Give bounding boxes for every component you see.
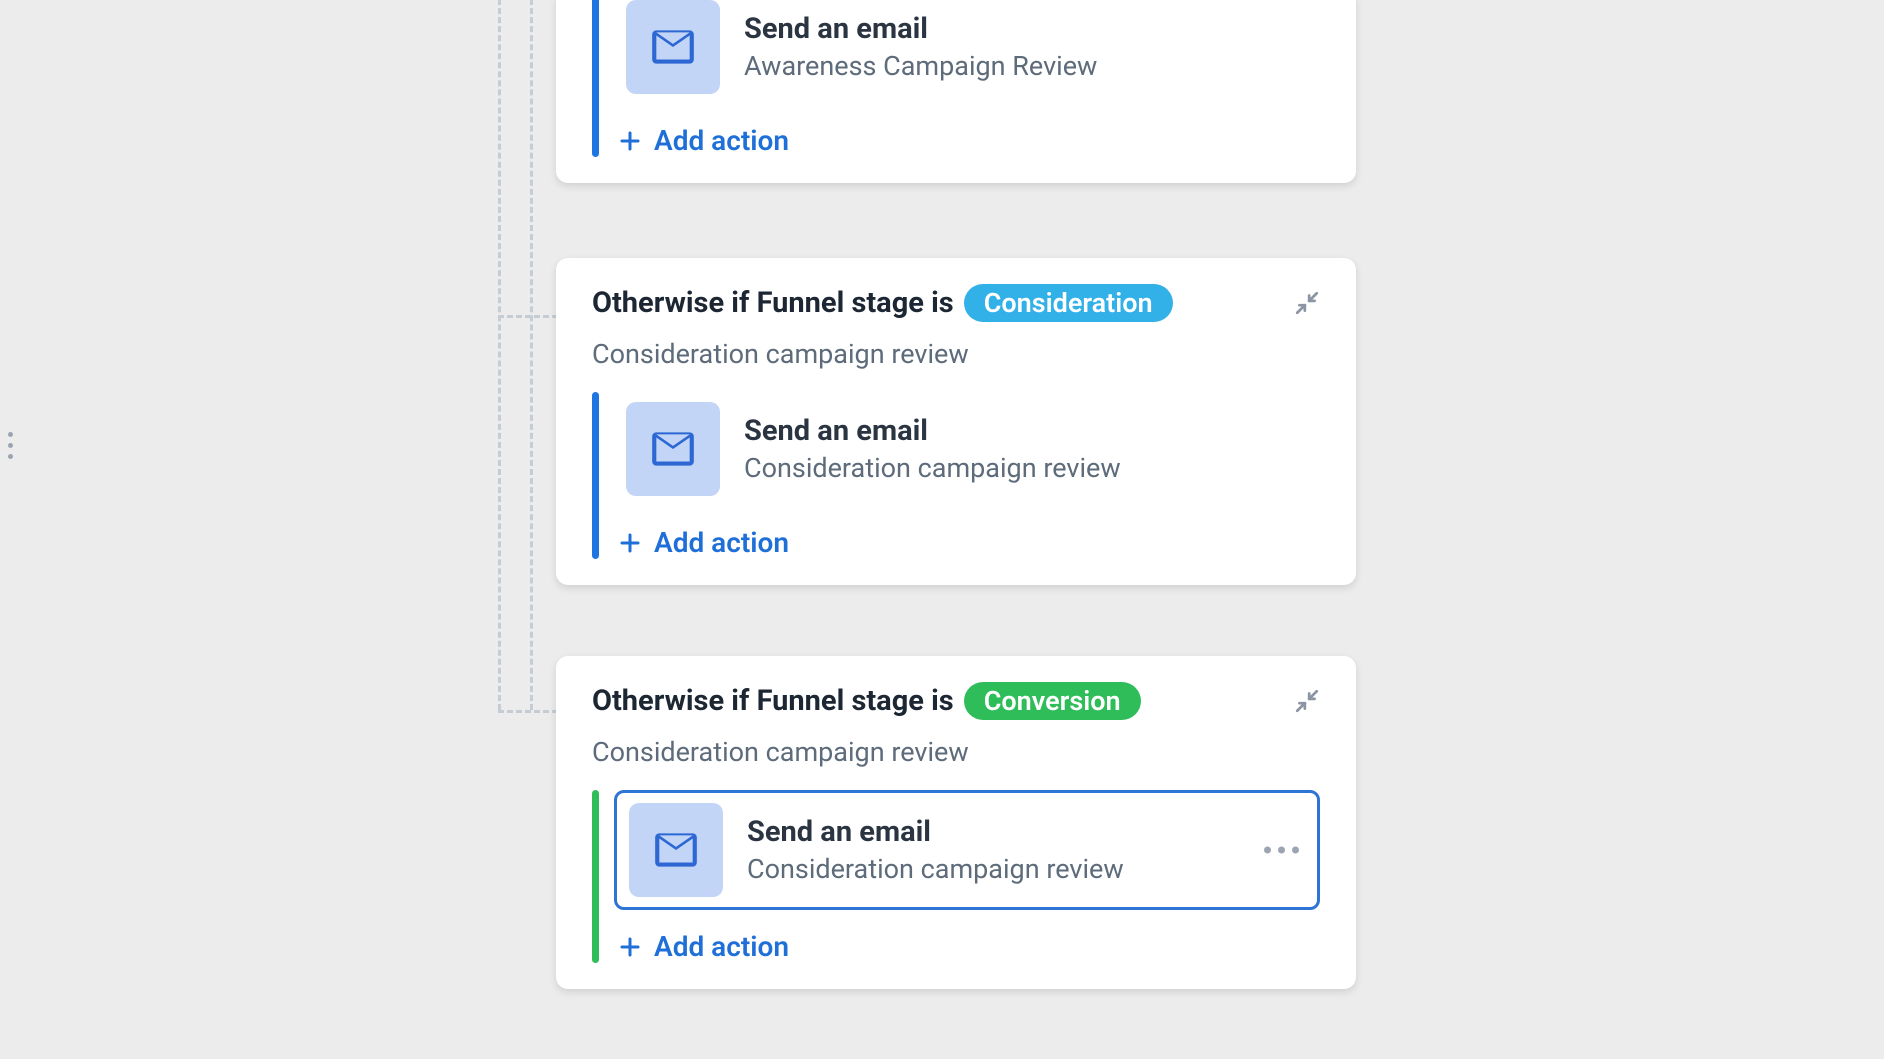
action-title: Send an email <box>744 12 1097 46</box>
condition-title: Otherwise if Funnel stage is Conversion <box>592 682 1141 720</box>
add-action-label: Add action <box>654 930 789 963</box>
action-text: Send an email Awareness Campaign Review <box>744 12 1097 82</box>
action-block: Send an email Awareness Campaign Review … <box>592 0 1320 157</box>
condition-card[interactable]: Otherwise if Funnel stage is Conversion … <box>556 656 1356 989</box>
connector-line <box>498 0 501 710</box>
action-block: Send an email Consideration campaign rev… <box>592 392 1320 559</box>
card-subtitle: Consideration campaign review <box>592 338 1320 370</box>
action-text: Send an email Consideration campaign rev… <box>744 414 1121 484</box>
condition-card[interactable]: Otherwise if Funnel stage is Considerati… <box>556 258 1356 585</box>
action-subtitle: Consideration campaign review <box>744 452 1121 484</box>
add-action-label: Add action <box>654 526 789 559</box>
action-row[interactable]: Send an email Awareness Campaign Review <box>614 0 1320 104</box>
action-text: Send an email Consideration campaign rev… <box>747 815 1124 885</box>
condition-prefix: Otherwise if Funnel stage is <box>592 286 954 320</box>
side-accent-bar <box>592 392 599 559</box>
email-icon <box>626 0 720 94</box>
connector-line <box>498 710 558 713</box>
action-row[interactable]: Send an email Consideration campaign rev… <box>614 790 1320 910</box>
connector-line <box>530 0 533 710</box>
action-title: Send an email <box>747 815 1124 849</box>
action-title: Send an email <box>744 414 1121 448</box>
condition-title: Otherwise if Funnel stage is Considerati… <box>592 284 1173 322</box>
side-accent-bar <box>592 0 599 157</box>
collapse-icon[interactable] <box>1294 290 1320 316</box>
action-row[interactable]: Send an email Consideration campaign rev… <box>614 392 1320 506</box>
condition-prefix: Otherwise if Funnel stage is <box>592 684 954 718</box>
action-subtitle: Awareness Campaign Review <box>744 50 1097 82</box>
add-action-button[interactable]: Add action <box>614 124 1320 157</box>
collapse-icon[interactable] <box>1294 688 1320 714</box>
add-action-label: Add action <box>654 124 789 157</box>
condition-card[interactable]: Send an email Awareness Campaign Review … <box>556 0 1356 183</box>
action-block: Send an email Consideration campaign rev… <box>592 790 1320 963</box>
side-accent-bar <box>592 790 599 963</box>
connector-line <box>498 315 558 318</box>
email-icon <box>629 803 723 897</box>
tag-pill: Consideration <box>964 284 1173 322</box>
drag-handle[interactable] <box>8 432 13 459</box>
add-action-button[interactable]: Add action <box>614 526 1320 559</box>
action-subtitle: Consideration campaign review <box>747 853 1124 885</box>
tag-pill: Conversion <box>964 682 1141 720</box>
more-icon[interactable] <box>1264 847 1299 854</box>
email-icon <box>626 402 720 496</box>
card-subtitle: Consideration campaign review <box>592 736 1320 768</box>
add-action-button[interactable]: Add action <box>614 930 1320 963</box>
